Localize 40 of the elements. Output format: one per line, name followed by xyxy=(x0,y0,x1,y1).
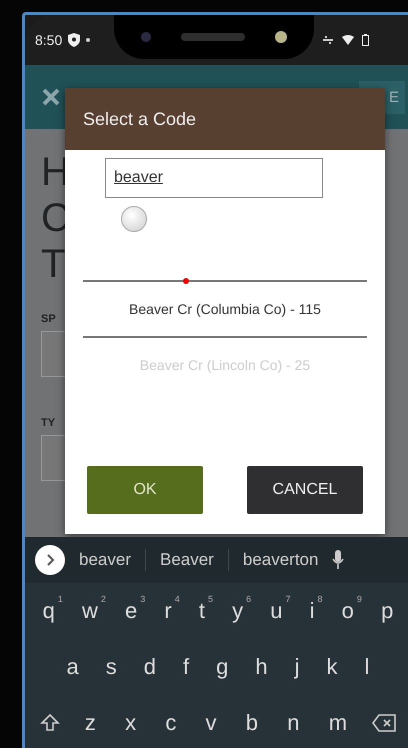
field-label: TY xyxy=(41,417,56,429)
ok-button[interactable]: OK xyxy=(87,466,203,514)
keyboard-key[interactable]: a xyxy=(62,654,83,680)
field-label: SP xyxy=(41,313,57,325)
keyboard-key[interactable]: v xyxy=(202,710,221,736)
keyboard-key[interactable]: g xyxy=(212,654,232,680)
suggestion-word[interactable]: Beaver xyxy=(160,550,214,570)
keyboard-key[interactable]: z xyxy=(80,710,100,736)
keyboard-key[interactable]: d xyxy=(140,654,160,680)
keyboard-key[interactable]: k xyxy=(322,654,342,680)
shield-icon xyxy=(68,33,80,47)
marker-dot xyxy=(183,278,189,284)
shift-icon[interactable] xyxy=(40,713,60,733)
close-icon[interactable] xyxy=(41,87,61,107)
keyboard-key[interactable]: m xyxy=(324,710,352,736)
keyboard-key[interactable]: j xyxy=(290,654,304,680)
search-field[interactable]: beaver xyxy=(105,158,323,198)
picker-option[interactable]: Beaver Cr (Columbia Co) - 115 xyxy=(83,282,367,336)
radio-button[interactable] xyxy=(121,206,147,232)
dialog-title: Select a Code xyxy=(83,108,196,130)
keyboard-key[interactable]: n xyxy=(283,710,304,736)
keyboard-key[interactable]: h xyxy=(251,654,272,680)
keyboard-key[interactable]: b xyxy=(242,710,262,736)
notification-dot-icon xyxy=(86,38,90,42)
battery-icon xyxy=(362,34,370,46)
keyboard-key[interactable]: p xyxy=(377,598,398,624)
keyboard-key[interactable]: f xyxy=(179,654,194,680)
microphone-icon[interactable] xyxy=(332,550,344,570)
cancel-button[interactable]: CANCEL xyxy=(247,466,363,514)
heading-text: T xyxy=(41,241,66,287)
suggestion-word[interactable]: beaverton xyxy=(242,550,318,570)
keyboard-key[interactable]: c xyxy=(161,710,180,736)
expand-icon[interactable] xyxy=(35,545,65,575)
wifi-icon xyxy=(342,35,354,45)
keyboard-key[interactable]: s xyxy=(102,654,121,680)
suggestion-word[interactable]: beaver xyxy=(79,550,131,570)
keyboard-key[interactable]: l xyxy=(360,654,374,680)
keyboard-key[interactable]: x xyxy=(121,710,140,736)
status-time: 8:50 xyxy=(35,32,62,48)
backspace-icon[interactable] xyxy=(372,714,396,732)
